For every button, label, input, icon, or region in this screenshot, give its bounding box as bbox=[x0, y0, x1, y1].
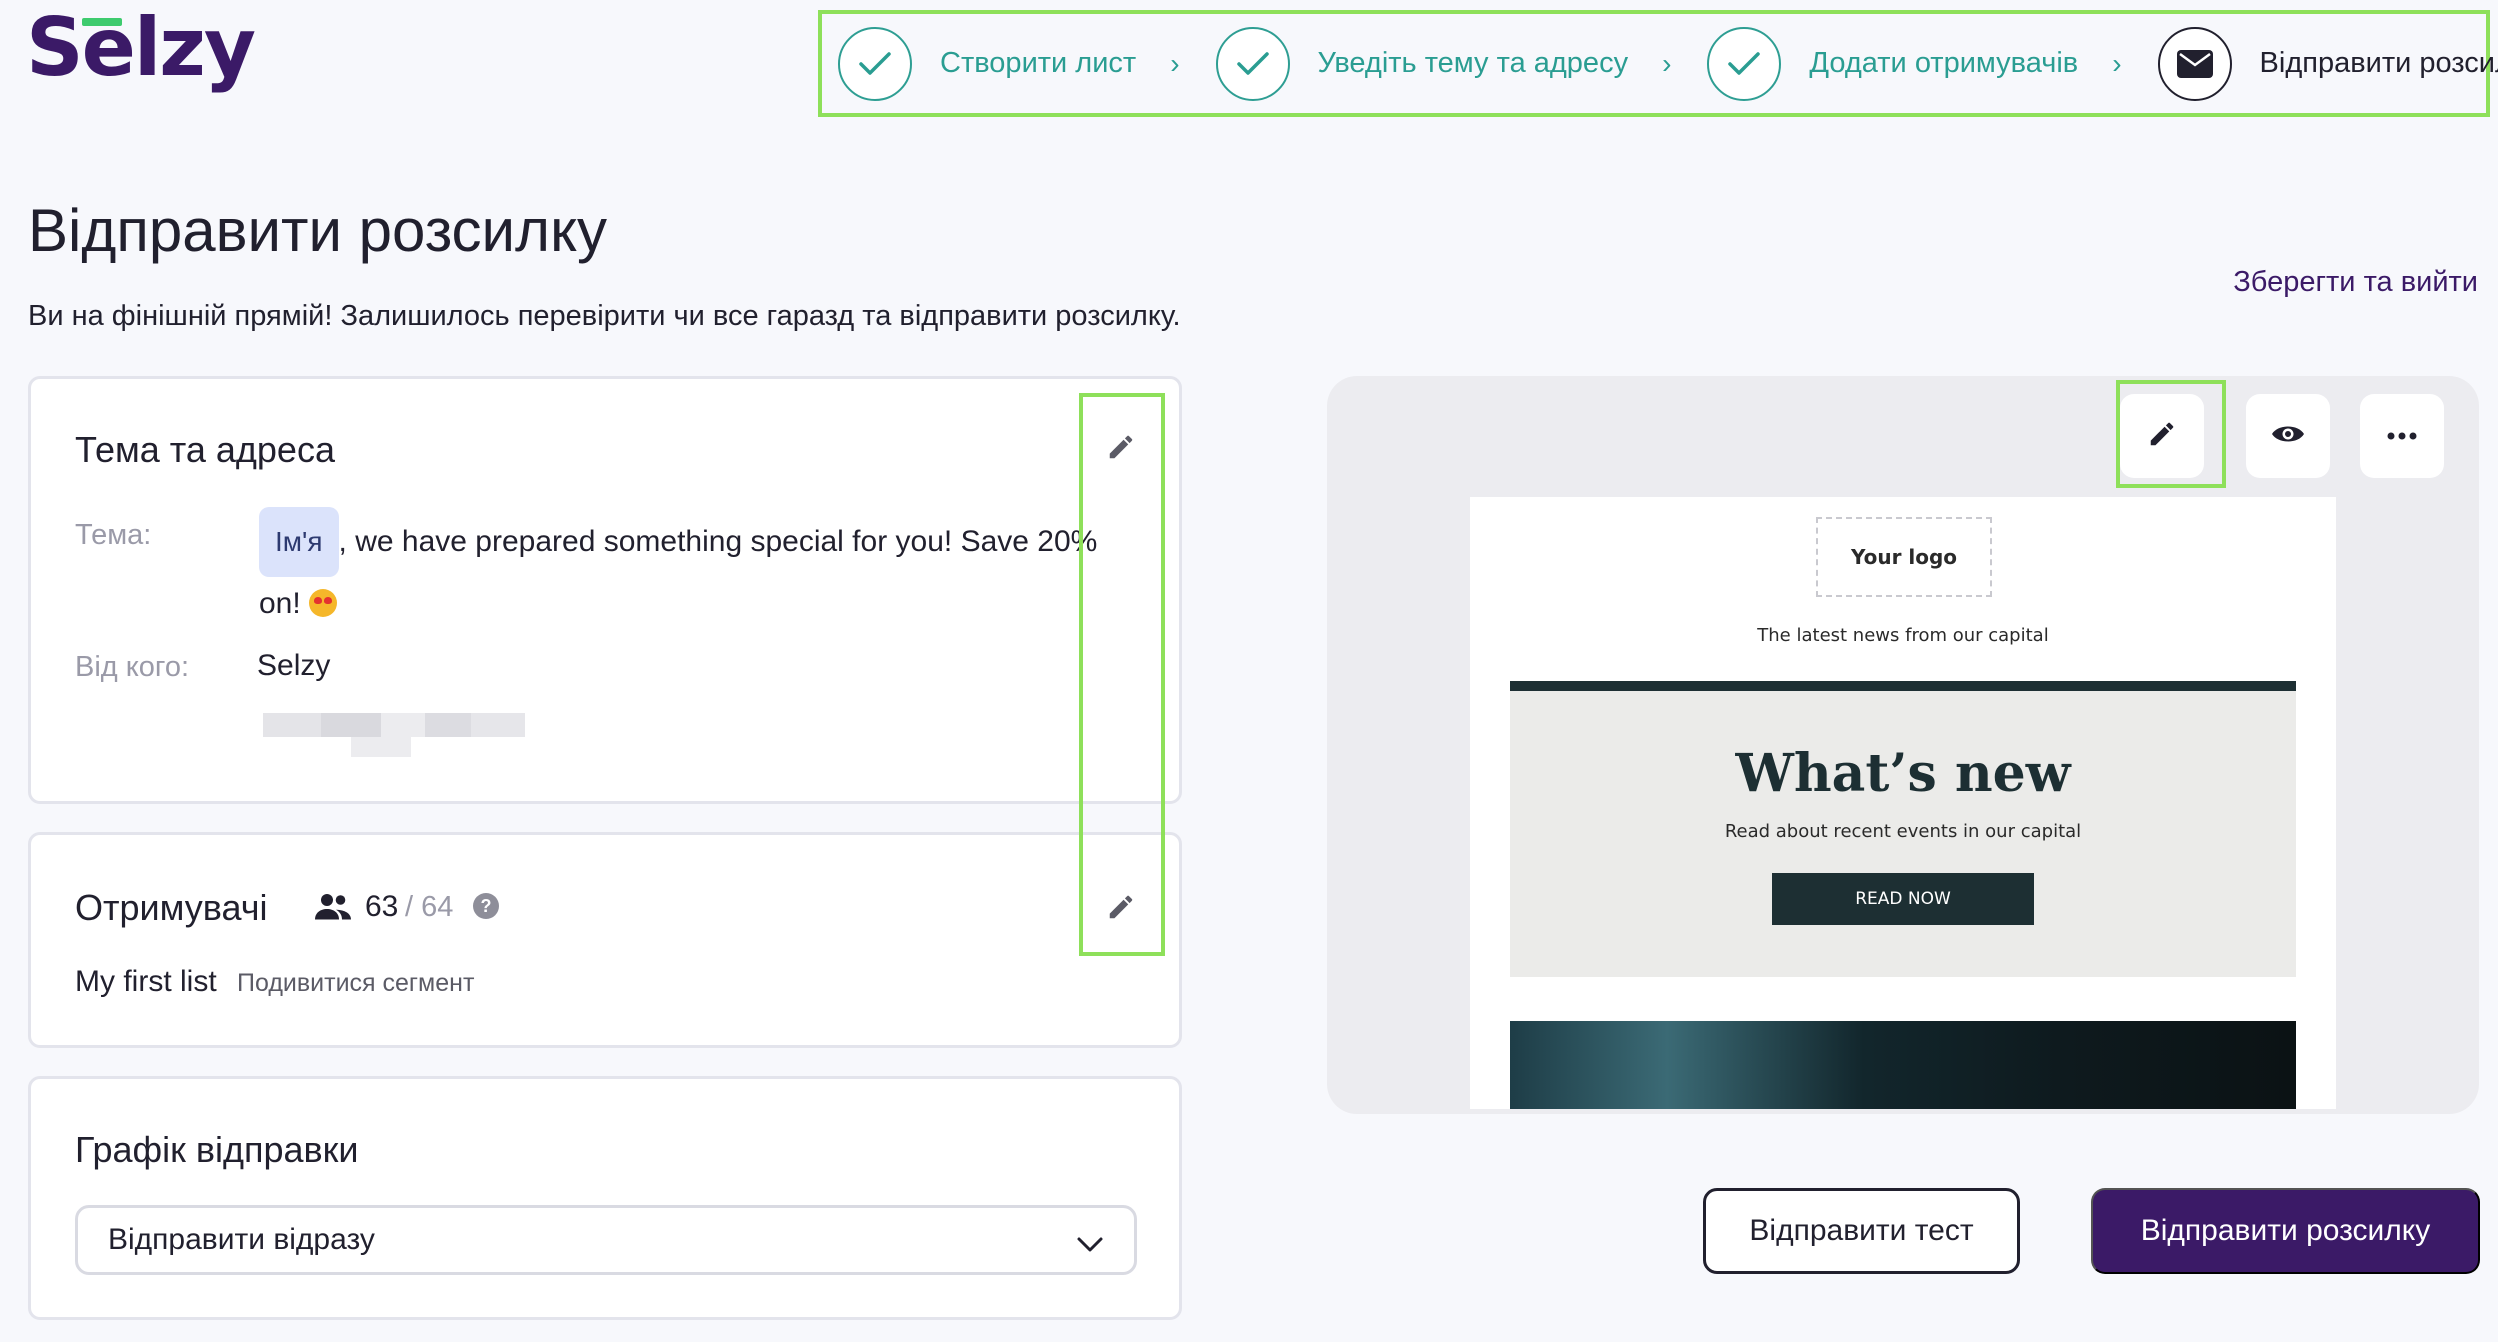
envelope-icon bbox=[2157, 26, 2232, 101]
email-photo bbox=[1510, 1021, 2296, 1109]
step-label: Додати отримувачів bbox=[1809, 47, 2079, 79]
eye-icon bbox=[2271, 422, 2305, 451]
save-and-exit-link[interactable]: Зберегти та вийти bbox=[2233, 266, 2478, 299]
more-options-button[interactable] bbox=[2360, 394, 2444, 478]
chevron-down-icon bbox=[1076, 1228, 1104, 1262]
edit-email-button[interactable] bbox=[2120, 394, 2204, 478]
schedule-card: Графік відправки Відправити відразу bbox=[28, 1076, 1182, 1320]
from-value: Selzy bbox=[257, 649, 331, 682]
selzy-logo[interactable]: Selzy bbox=[26, 8, 256, 88]
subject-value: Ім'я, we have prepared something special… bbox=[259, 507, 1139, 631]
chevron-right-icon: › bbox=[2112, 47, 2122, 79]
subject-address-card: Тема та адреса Тема: Ім'я, we have prepa… bbox=[28, 376, 1182, 804]
check-icon bbox=[1707, 26, 1782, 101]
list-name: My first list bbox=[75, 965, 217, 998]
check-icon bbox=[1215, 26, 1290, 101]
more-horizontal-icon bbox=[2387, 427, 2417, 445]
step-label: Уведіть тему та адресу bbox=[1317, 47, 1629, 79]
step-subject-address[interactable]: Уведіть тему та адресу bbox=[1215, 26, 1629, 101]
hero-read-now-button: READ NOW bbox=[1772, 873, 2034, 925]
recipients-card: Отримувачі 63 / 64 ? My first list Подив… bbox=[28, 832, 1182, 1048]
subject-text-end: on! bbox=[259, 587, 301, 620]
view-segment-link[interactable]: Подивитися сегмент bbox=[237, 969, 474, 998]
hero-title: What’s new bbox=[1735, 743, 2071, 804]
name-merge-tag: Ім'я bbox=[259, 507, 339, 577]
logo-text: Selzy bbox=[26, 1, 256, 94]
recipients-count: 63 bbox=[365, 890, 399, 923]
email-tagline: The latest news from our capital bbox=[1757, 625, 2049, 646]
pencil-icon[interactable] bbox=[1101, 427, 1141, 467]
select-value: Відправити відразу bbox=[108, 1223, 375, 1256]
preview-email-button[interactable] bbox=[2246, 394, 2330, 478]
email-hero-block: What’s new Read about recent events in o… bbox=[1510, 691, 2296, 977]
email-preview-content[interactable]: Your logo The latest news from our capit… bbox=[1470, 497, 2336, 1109]
card-title: Отримувачі bbox=[75, 887, 268, 928]
page-title: Відправити розсилку bbox=[28, 197, 607, 264]
card-title: Графік відправки bbox=[75, 1129, 359, 1170]
logo-accent bbox=[82, 18, 122, 26]
step-create-letter[interactable]: Створити лист bbox=[838, 26, 1137, 101]
send-campaign-button[interactable]: Відправити розсилку bbox=[2091, 1188, 2480, 1274]
step-label: Відправити розсилку bbox=[2259, 47, 2498, 79]
card-title: Тема та адреса bbox=[75, 429, 335, 470]
chevron-right-icon: › bbox=[1170, 47, 1180, 79]
page-subtitle: Ви на фінішній прямій! Залишилось переві… bbox=[28, 300, 1181, 332]
people-icon bbox=[315, 891, 351, 926]
heart-eyes-emoji-icon bbox=[309, 589, 338, 617]
email-logo-placeholder: Your logo bbox=[1816, 517, 1992, 597]
send-schedule-select[interactable]: Відправити відразу bbox=[75, 1205, 1137, 1275]
pencil-icon bbox=[2147, 419, 2177, 454]
from-label: Від кого: bbox=[75, 651, 190, 683]
chevron-right-icon: › bbox=[1662, 47, 1672, 79]
step-send-campaign[interactable]: Відправити розсилку bbox=[2157, 26, 2498, 101]
hero-subtitle: Read about recent events in our capital bbox=[1724, 821, 2082, 842]
pencil-icon[interactable] bbox=[1101, 887, 1141, 927]
step-add-recipients[interactable]: Додати отримувачів bbox=[1707, 26, 2079, 101]
step-label: Створити лист bbox=[940, 47, 1137, 79]
recipients-total: / 64 bbox=[405, 891, 454, 923]
progress-stepper: Створити лист › Уведіть тему та адресу ›… bbox=[818, 10, 2498, 117]
send-test-button[interactable]: Відправити тест bbox=[1703, 1188, 2020, 1274]
subject-label: Тема: bbox=[75, 519, 152, 551]
subject-text: , we have prepared something special for… bbox=[338, 525, 1098, 558]
blurred-email-address bbox=[263, 713, 525, 757]
help-icon[interactable]: ? bbox=[473, 893, 499, 919]
check-icon bbox=[838, 26, 912, 101]
email-divider bbox=[1510, 681, 2296, 691]
